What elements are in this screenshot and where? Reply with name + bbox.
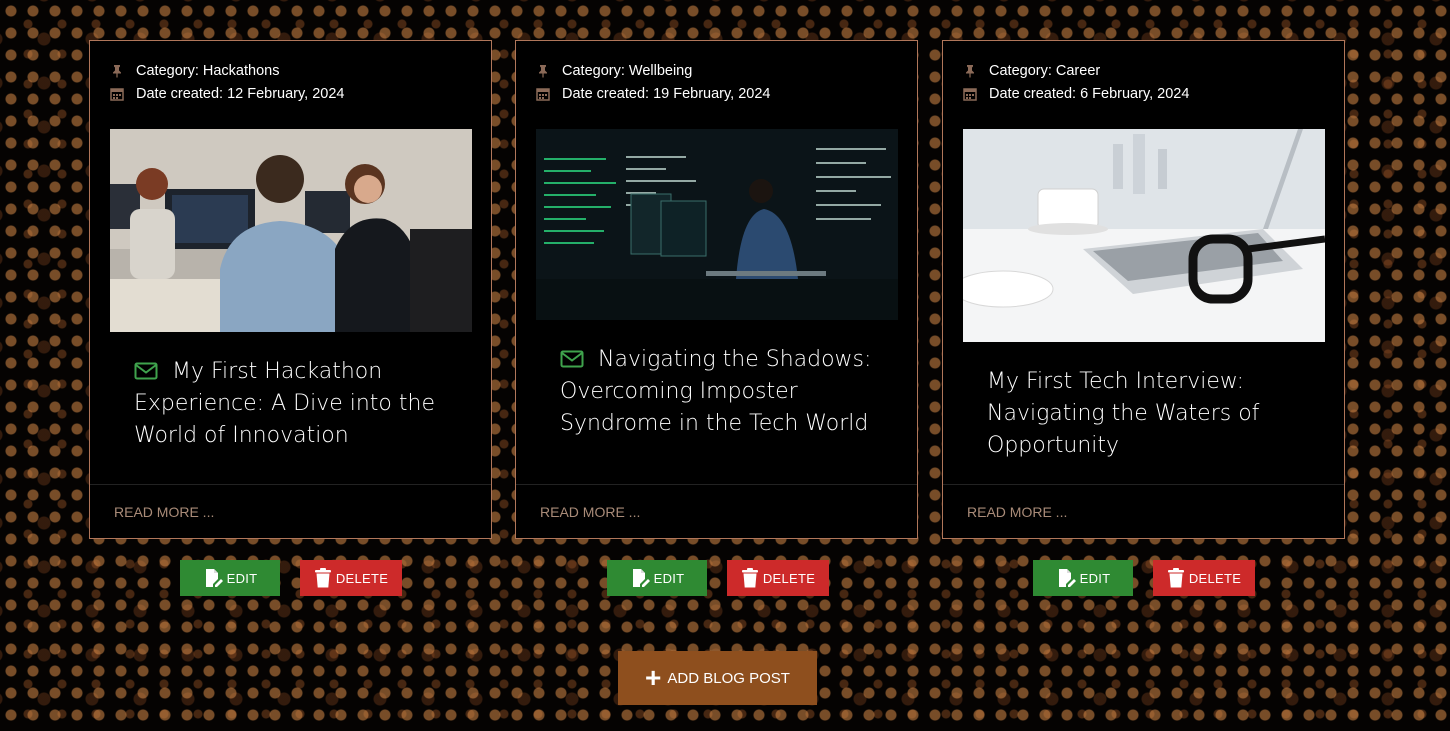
edit-button[interactable]: EDIT xyxy=(1033,560,1133,596)
add-blog-post-button[interactable]: + ADD BLOG POST xyxy=(618,651,817,705)
date-label: Date created: 12 February, 2024 xyxy=(136,86,345,102)
post-title[interactable]: My First Hackathon Experience: A Dive in… xyxy=(134,356,454,452)
edit-button[interactable]: EDIT xyxy=(607,560,707,596)
post-title-text: My First Tech Interview: Navigating the … xyxy=(987,369,1260,458)
blog-card: Category: Career Date created: 6 Februar… xyxy=(942,40,1345,539)
read-more-link[interactable]: READ MORE ... xyxy=(114,504,214,520)
trash-icon xyxy=(1167,568,1184,588)
blog-card: Category: Wellbeing Date created: 19 Feb… xyxy=(515,40,918,539)
card-divider xyxy=(90,484,491,485)
delete-label: DELETE xyxy=(1188,570,1242,586)
trash-icon xyxy=(741,568,758,588)
post-title[interactable]: My First Tech Interview: Navigating the … xyxy=(987,366,1307,462)
add-blog-post-label: ADD BLOG POST xyxy=(667,669,790,687)
post-title-text: My First Hackathon Experience: A Dive in… xyxy=(134,359,435,448)
pushpin-icon xyxy=(113,65,121,78)
date-line: Date created: 6 February, 2024 xyxy=(963,86,1189,102)
date-line: Date created: 19 February, 2024 xyxy=(536,86,771,102)
blog-card: Category: Hackathons Date created: 12 Fe… xyxy=(89,40,492,539)
edit-label: EDIT xyxy=(1079,570,1111,586)
pushpin-icon xyxy=(539,65,547,78)
date-label: Date created: 19 February, 2024 xyxy=(562,86,771,102)
post-image[interactable] xyxy=(110,129,472,332)
edit-label: EDIT xyxy=(226,570,258,586)
delete-button[interactable]: DELETE xyxy=(300,560,402,596)
envelope-icon xyxy=(560,350,584,368)
post-title-text: Navigating the Shadows: Overcoming Impos… xyxy=(560,347,872,436)
plus-icon: + xyxy=(645,662,662,693)
category-label: Category: Hackathons xyxy=(136,63,280,79)
read-more-link[interactable]: READ MORE ... xyxy=(540,504,640,520)
card-divider xyxy=(516,484,917,485)
trash-icon xyxy=(314,568,331,588)
category-line: Category: Hackathons xyxy=(110,63,279,79)
edit-button[interactable]: EDIT xyxy=(180,560,280,596)
category-line: Category: Wellbeing xyxy=(536,63,692,79)
date-label: Date created: 6 February, 2024 xyxy=(989,86,1190,102)
read-more-link[interactable]: READ MORE ... xyxy=(967,504,1067,520)
edit-file-icon xyxy=(1058,569,1076,587)
category-label: Category: Wellbeing xyxy=(562,63,693,79)
delete-label: DELETE xyxy=(335,570,389,586)
calendar-icon xyxy=(963,88,977,101)
edit-label: EDIT xyxy=(653,570,685,586)
date-line: Date created: 12 February, 2024 xyxy=(110,86,345,102)
envelope-icon xyxy=(134,362,158,380)
edit-file-icon xyxy=(632,569,650,587)
delete-button[interactable]: DELETE xyxy=(1153,560,1255,596)
category-line: Category: Career xyxy=(963,63,1100,79)
delete-label: DELETE xyxy=(762,570,816,586)
post-image[interactable] xyxy=(963,129,1325,342)
post-image[interactable] xyxy=(536,129,898,320)
card-divider xyxy=(943,484,1344,485)
post-title[interactable]: Navigating the Shadows: Overcoming Impos… xyxy=(560,344,880,440)
category-label: Category: Career xyxy=(989,63,1101,79)
pushpin-icon xyxy=(966,65,974,78)
delete-button[interactable]: DELETE xyxy=(727,560,829,596)
calendar-icon xyxy=(110,88,124,101)
calendar-icon xyxy=(536,88,550,101)
edit-file-icon xyxy=(205,569,223,587)
